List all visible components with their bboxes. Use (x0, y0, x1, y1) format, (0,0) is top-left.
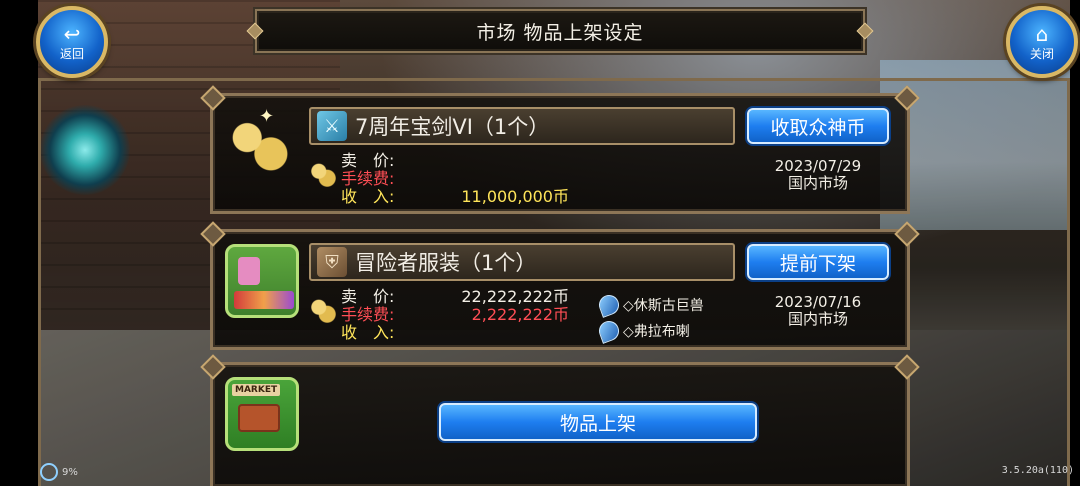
listing-meta: 2023/07/29 国内市场 (747, 158, 889, 192)
new-listing-panel: MARKET 物品上架 (210, 362, 910, 486)
collect-coins-button[interactable]: 收取众神币 (747, 108, 889, 144)
price-block: 卖 价: 手续费: 收 入: 11,000,000币 (309, 152, 569, 206)
fee-value: 2,222,222币 (471, 305, 569, 324)
attribute-list: ◇休斯古巨兽 ◇弗拉布喇 (596, 292, 704, 344)
attribute-text: ◇弗拉布喇 (623, 324, 690, 340)
page-title-text: 市场 物品上架设定 (476, 21, 644, 44)
sell-price-value: 22,222,222币 (461, 287, 569, 306)
shop-stall-icon (225, 244, 299, 318)
screen-edge-right (1070, 0, 1080, 486)
list-item-label: 物品上架 (559, 412, 636, 435)
listing-panel: ⛨ 冒险者服装（1个） 提前下架 卖 价: 22,222,222币 手续费: 2… (210, 229, 910, 350)
version-label: 3.5.20a(110) (1001, 465, 1074, 476)
price-block: 卖 价: 22,222,222币 手续费: 2,222,222币 收 入: (309, 288, 569, 342)
market-chest-icon: MARKET (225, 377, 299, 451)
listing-date: 2023/07/16 (774, 293, 862, 311)
back-button[interactable]: ↩ 返回 (36, 6, 108, 78)
battery-icon (40, 463, 58, 481)
close-button[interactable]: ⌂ 关闭 (1006, 6, 1078, 78)
sell-price-label: 卖 价: (341, 151, 395, 170)
close-button-label: 关闭 (1029, 46, 1054, 61)
market-sign: MARKET (232, 384, 281, 396)
listing-panel: ⚔ 7周年宝剑VI（1个） 收取众神币 卖 价: 手续费: 收 入: 11,00… (210, 93, 910, 214)
return-arrow-icon: ↩ (63, 21, 81, 46)
income-label: 收 入: (341, 323, 395, 342)
battery-status: 9% (40, 463, 78, 481)
home-icon: ⌂ (1035, 21, 1049, 46)
sell-price-label: 卖 价: (341, 287, 395, 306)
attribute-item: ◇弗拉布喇 (596, 318, 704, 344)
fee-label: 手续费: (341, 305, 395, 324)
item-name: 7周年宝剑VI（1个） (355, 115, 550, 139)
listing-date: 2023/07/29 (774, 157, 862, 175)
attribute-text: ◇休斯古巨兽 (623, 298, 704, 314)
battery-value: 9% (62, 466, 78, 478)
fee-label: 手续费: (341, 169, 395, 188)
leaf-icon (596, 318, 622, 344)
early-delist-label: 提前下架 (779, 252, 856, 275)
back-button-label: 返回 (59, 46, 84, 61)
coins-icon (225, 106, 299, 182)
sword-icon: ⚔ (317, 111, 347, 141)
collect-coins-label: 收取众神币 (770, 116, 866, 139)
page-title: 市场 物品上架设定 (255, 9, 865, 53)
item-name: 冒险者服装（1个） (355, 251, 537, 275)
income-value: 11,000,000币 (461, 187, 569, 206)
listing-market: 国内市场 (787, 174, 848, 192)
listing-market: 国内市场 (787, 310, 848, 328)
attribute-item: ◇休斯古巨兽 (596, 292, 704, 318)
listing-meta: 2023/07/16 国内市场 (747, 294, 889, 328)
early-delist-button[interactable]: 提前下架 (747, 244, 889, 280)
screen-edge-left (0, 0, 38, 486)
income-label: 收 入: (341, 187, 395, 206)
item-name-bar: ⚔ 7周年宝剑VI（1个） (309, 107, 735, 145)
armor-icon: ⛨ (317, 247, 347, 277)
item-name-bar: ⛨ 冒险者服装（1个） (309, 243, 735, 281)
list-item-button[interactable]: 物品上架 (439, 403, 757, 441)
leaf-icon (596, 292, 622, 318)
